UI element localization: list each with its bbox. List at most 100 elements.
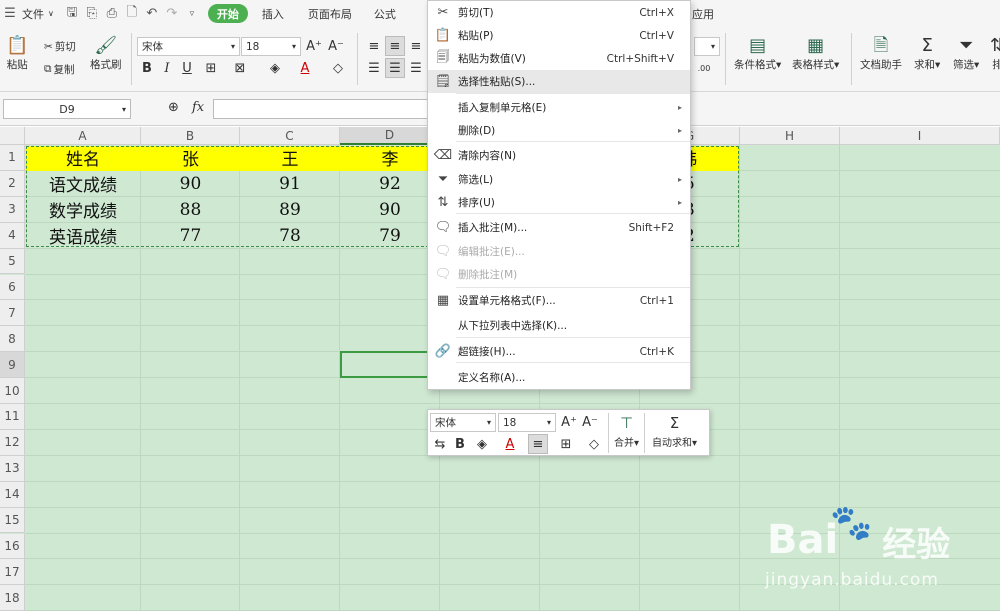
context-item-5[interactable]: 删除(D) ▸ xyxy=(428,119,690,142)
align-right-icon[interactable]: ☰ xyxy=(406,58,426,78)
cut-button[interactable]: ✂ 剪切 xyxy=(44,39,76,54)
row-header-9[interactable]: 9 xyxy=(0,352,25,379)
row-header-7[interactable]: 7 xyxy=(0,300,25,327)
print-icon[interactable]: ⎙ xyxy=(102,0,122,27)
mini-fill-icon[interactable]: ◈ xyxy=(472,434,492,454)
export-icon[interactable]: ⎘ xyxy=(82,0,102,27)
context-item-15[interactable]: 定义名称(A)... xyxy=(428,366,690,389)
context-item-3[interactable]: 🗒 选择性粘贴(S)... xyxy=(428,70,690,93)
tab-start[interactable]: 开始 xyxy=(207,4,248,23)
mini-autosum-button[interactable]: Σ 自动求和▾ xyxy=(652,412,697,449)
redo-icon[interactable]: ↷ xyxy=(162,0,182,27)
tab-page-layout[interactable]: 页面布局 xyxy=(292,0,360,27)
row-header-8[interactable]: 8 xyxy=(0,326,25,353)
context-item-6[interactable]: ⌫ 清除内容(N) xyxy=(428,144,690,167)
column-header-d[interactable]: D xyxy=(340,127,440,145)
mini-merge-button[interactable]: ⊤ 合并▾ xyxy=(614,412,639,449)
table-style-button[interactable]: ▦ 表格样式▾ xyxy=(792,35,839,72)
row-header-11[interactable]: 11 xyxy=(0,404,25,430)
clear-format-icon[interactable]: ◇ xyxy=(328,58,348,78)
border-icon[interactable]: ⊞ xyxy=(201,58,221,78)
context-item-7[interactable]: ⏷ 筛选(L) ▸ xyxy=(428,168,690,191)
mini-decrease-font-icon[interactable]: A⁻ xyxy=(580,412,600,432)
sum-button[interactable]: Σ 求和▾ xyxy=(914,35,940,72)
print-preview-icon[interactable]: 🗋 xyxy=(122,0,142,27)
save-icon[interactable]: 🖫 xyxy=(62,0,82,27)
align-bottom-icon[interactable]: ≡ xyxy=(406,36,426,56)
row-header-2[interactable]: 2 xyxy=(0,170,25,197)
context-item-13[interactable]: 从下拉列表中选择(K)... xyxy=(428,314,690,337)
row-header-5[interactable]: 5 xyxy=(0,248,25,275)
row-header-14[interactable]: 14 xyxy=(0,481,25,508)
row-header-17[interactable]: 17 xyxy=(0,559,25,586)
active-cell-d9[interactable] xyxy=(340,351,440,378)
mini-font-color-icon[interactable]: A xyxy=(500,434,520,454)
row-header-4[interactable]: 4 xyxy=(0,222,25,249)
increase-decimal-icon[interactable]: .00 xyxy=(694,58,714,78)
decrease-font-icon[interactable]: A⁻ xyxy=(326,36,346,56)
column-header-h[interactable]: H xyxy=(740,127,840,145)
column-header-i[interactable]: I xyxy=(840,127,1000,145)
file-menu[interactable]: 文件 ∨ xyxy=(20,0,62,27)
row-header-12[interactable]: 12 xyxy=(0,429,25,456)
zoom-search-icon[interactable]: ⊕ xyxy=(168,100,179,115)
paste-button[interactable]: 📋 粘贴 xyxy=(6,35,28,72)
row-header-3[interactable]: 3 xyxy=(0,196,25,223)
tab-apps[interactable]: 应用 xyxy=(692,6,714,22)
align-center-icon[interactable]: ☰ xyxy=(385,58,405,78)
context-item-1[interactable]: 📋 粘贴(P) Ctrl+V xyxy=(428,24,690,47)
context-item-0[interactable]: ✂ 剪切(T) Ctrl+X xyxy=(428,1,690,24)
fx-label[interactable]: fx xyxy=(192,100,204,115)
increase-font-icon[interactable]: A⁺ xyxy=(304,36,324,56)
highlight-icon[interactable]: ◈ xyxy=(265,58,285,78)
mini-align-icon[interactable]: ≡ xyxy=(528,434,548,454)
row-header-6[interactable]: 6 xyxy=(0,274,25,301)
row-header-16[interactable]: 16 xyxy=(0,533,25,560)
tab-formula[interactable]: 公式 xyxy=(360,0,404,27)
column-header-c[interactable]: C xyxy=(240,127,340,145)
context-item-14[interactable]: 🔗 超链接(H)... Ctrl+K xyxy=(428,340,690,363)
tab-insert[interactable]: 插入 xyxy=(254,0,292,27)
align-middle-icon[interactable]: ≡ xyxy=(385,36,405,56)
italic-icon[interactable]: I xyxy=(157,58,177,78)
mini-font-name-select[interactable]: 宋体 ▾ xyxy=(430,413,496,432)
more-dropdown-icon[interactable]: ▿ xyxy=(182,0,202,27)
mini-font-size-select[interactable]: 18 ▾ xyxy=(498,413,556,432)
context-item-4[interactable]: 插入复制单元格(E) ▸ xyxy=(428,96,690,119)
row-header-18[interactable]: 18 xyxy=(0,585,25,611)
mini-bold-icon[interactable]: B xyxy=(450,434,470,454)
row-header-10[interactable]: 10 xyxy=(0,378,25,404)
row-header-13[interactable]: 13 xyxy=(0,455,25,482)
name-box[interactable]: D9 ▾ xyxy=(3,99,131,119)
conditional-format-button[interactable]: ▤ 条件格式▾ xyxy=(734,35,781,72)
sort-button[interactable]: ⇅ 排 xyxy=(990,35,1000,72)
mini-clear-icon[interactable]: ◇ xyxy=(584,434,604,454)
underline-icon[interactable]: U xyxy=(177,58,197,78)
context-item-9[interactable]: 🗨 插入批注(M)... Shift+F2 xyxy=(428,216,690,239)
mini-wrap-icon[interactable]: ⇆ xyxy=(430,434,450,454)
mini-increase-font-icon[interactable]: A⁺ xyxy=(559,412,579,432)
number-format-select[interactable]: ▾ xyxy=(694,37,720,56)
row-header-1[interactable]: 1 xyxy=(0,145,25,171)
mini-border-icon[interactable]: ⊞ xyxy=(556,434,576,454)
font-size-select[interactable]: 18 ▾ xyxy=(241,37,301,56)
doc-assistant-button[interactable]: 🗎 文档助手 xyxy=(860,35,902,72)
undo-icon[interactable]: ↶ xyxy=(142,0,162,27)
align-top-icon[interactable]: ≡ xyxy=(364,36,384,56)
select-all-corner[interactable] xyxy=(0,127,25,145)
row-header-15[interactable]: 15 xyxy=(0,507,25,534)
font-name-select[interactable]: 宋体 ▾ xyxy=(137,37,240,56)
font-color-icon[interactable]: A xyxy=(295,58,315,78)
column-header-b[interactable]: B xyxy=(141,127,240,145)
column-header-a[interactable]: A xyxy=(25,127,141,145)
bold-icon[interactable]: B xyxy=(137,58,157,78)
format-painter-button[interactable]: 🖌 格式刷 xyxy=(90,35,122,72)
copy-button[interactable]: ⧉ 复制 xyxy=(44,62,75,77)
context-item-12[interactable]: ▦ 设置单元格格式(F)... Ctrl+1 xyxy=(428,289,690,312)
fill-color-icon[interactable]: ⊠ xyxy=(230,58,250,78)
context-item-2[interactable]: 🗐 粘贴为数值(V) Ctrl+Shift+V xyxy=(428,47,690,70)
align-left-icon[interactable]: ☰ xyxy=(364,58,384,78)
context-item-8[interactable]: ⇅ 排序(U) ▸ xyxy=(428,191,690,214)
hamburger-icon[interactable]: ☰ xyxy=(0,0,20,27)
formula-input[interactable] xyxy=(213,99,428,119)
